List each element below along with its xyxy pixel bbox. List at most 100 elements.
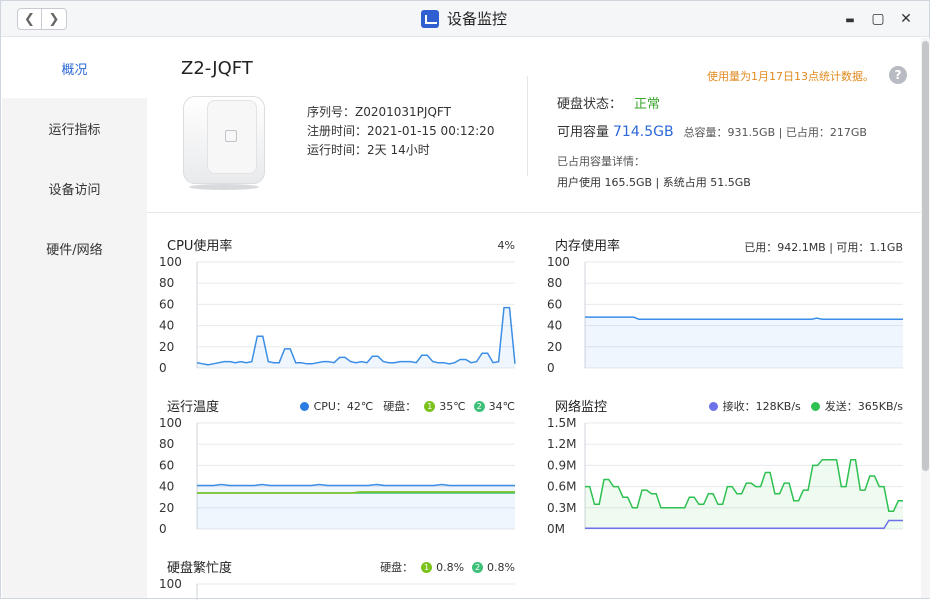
sidebar-item-access[interactable]: 设备访问 — [2, 158, 147, 218]
y-tick-label: 0M — [547, 522, 565, 536]
disk-temp-label: 硬盘： — [383, 400, 417, 413]
y-tick-label: 60 — [159, 458, 174, 472]
sidebar: 概况 运行指标 设备访问 硬件/网络 — [2, 38, 147, 598]
y-tick-label: 60 — [159, 297, 174, 311]
y-tick-label: 40 — [547, 319, 562, 333]
disk-busy-legend: 硬盘： 1 0.8% 2 0.8% — [327, 559, 515, 575]
temperature-chart-title: 运行温度 — [167, 400, 220, 415]
temperature-legend: CPU：42℃ 硬盘： 1 35℃ 2 34℃ — [287, 398, 515, 414]
y-tick-label: 20 — [547, 340, 562, 354]
device-name: Z2-JQFT — [181, 58, 253, 79]
disk-busy-chart: 100 — [159, 577, 515, 600]
maximize-button[interactable]: ▢ — [869, 11, 887, 27]
y-tick-label: 100 — [159, 416, 182, 430]
network-chart: 1.5M 1.2M 0.9M 0.6M 0.3M 0M — [547, 416, 903, 536]
cpu-temp-label: CPU：42℃ — [313, 400, 374, 413]
monitor-app-icon — [421, 9, 439, 28]
back-button[interactable]: ❮ — [18, 9, 43, 29]
y-tick-label: 40 — [159, 319, 174, 333]
window-title-group: 设备监控 — [421, 8, 507, 29]
scrollbar-thumb[interactable] — [922, 41, 929, 471]
network-chart-title: 网络监控 — [555, 400, 608, 415]
serial-number: 序列号：Z0201031PJQFT — [307, 105, 451, 119]
help-icon[interactable]: ? — [889, 66, 907, 84]
disk-status-label: 硬盘状态： — [557, 97, 623, 112]
y-tick-label: 1.2M — [547, 437, 576, 451]
disk2-temp: 34℃ — [488, 399, 515, 413]
sidebar-item-label: 概况 — [61, 62, 88, 78]
y-tick-label: 20 — [159, 501, 174, 515]
device-monitor-window: ❮ ❯ 设备监控 ▬ ▢ ✕ 概况 运行指标 设备访问 硬件/网络 Z2-JQF… — [0, 0, 930, 600]
forward-button[interactable]: ❯ — [42, 9, 66, 29]
y-tick-label: 0 — [159, 522, 167, 536]
chevron-left-icon: ❮ — [24, 11, 35, 27]
y-tick-label: 1.5M — [547, 416, 576, 430]
y-tick-label: 100 — [159, 577, 182, 591]
cpu-series-line — [196, 306, 516, 366]
chevron-right-icon: ❯ — [48, 11, 60, 27]
sidebar-item-label: 设备访问 — [48, 182, 101, 198]
window-title: 设备监控 — [447, 10, 508, 28]
close-button[interactable]: ✕ — [897, 11, 915, 27]
cpu-usage-chart: 100 80 60 40 20 0 — [159, 255, 516, 375]
y-tick-label: 40 — [159, 480, 174, 494]
y-tick-label: 60 — [547, 297, 562, 311]
scrollbar[interactable] — [921, 38, 930, 598]
send-dot-icon — [810, 401, 820, 411]
recv-label: 接收：128KB/s — [722, 400, 801, 413]
y-tick-label: 0 — [159, 361, 167, 375]
send-series-area — [585, 459, 903, 529]
y-tick-label: 20 — [159, 340, 174, 354]
divider — [527, 76, 528, 176]
usage-detail-title: 已占用容量详情： — [557, 155, 645, 168]
y-tick-label: 100 — [159, 255, 182, 269]
disk1-badge: 1 — [421, 561, 433, 573]
close-icon: ✕ — [900, 11, 912, 27]
title-bar: ❮ ❯ 设备监控 ▬ ▢ ✕ — [1, 1, 929, 37]
cpu-chart-title: CPU使用率 — [167, 239, 233, 254]
send-label: 发送：365KB/s — [824, 400, 903, 413]
disk-status-value: 正常 — [634, 97, 661, 112]
sidebar-item-overview[interactable]: 概况 — [2, 38, 147, 98]
disk1-temp: 35℃ — [439, 399, 466, 413]
usage-notice: 使用量为1月17日13点统计数据。 — [707, 70, 874, 83]
disk2-badge: 2 — [473, 400, 485, 412]
memory-usage-value: 已用：942.1MB | 可用：1.1GB — [744, 241, 903, 254]
device-image — [181, 92, 267, 190]
network-legend: 接收：128KB/s 发送：365KB/s — [667, 398, 903, 414]
minimize-icon: ▬ — [845, 15, 855, 26]
y-tick-label: 80 — [159, 276, 174, 290]
memory-series-area — [585, 317, 903, 368]
y-tick-label: 80 — [547, 276, 562, 290]
sidebar-item-label: 运行指标 — [48, 122, 101, 138]
disk2-badge: 2 — [472, 561, 484, 573]
available-label: 可用容量 — [557, 125, 610, 140]
total-capacity: 总容量：931.5GB | 已占用：217GB — [683, 126, 867, 139]
cpu-temp-series-line — [197, 483, 515, 487]
memory-chart-title: 内存使用率 — [555, 239, 621, 254]
available-value: 714.5GB — [613, 124, 674, 140]
y-tick-label: 0.6M — [547, 480, 576, 494]
disk1-badge: 1 — [424, 400, 436, 412]
capacity-line: 可用容量 714.5GB 总容量：931.5GB | 已占用：217GB — [557, 121, 867, 140]
section-divider — [147, 212, 921, 213]
recv-dot-icon — [708, 401, 718, 411]
disk-status: 硬盘状态： 正常 — [557, 93, 660, 112]
disk-busy-label: 硬盘： — [380, 561, 414, 574]
sidebar-item-label: 硬件/网络 — [46, 242, 103, 258]
cpu-series-area — [197, 307, 515, 368]
sidebar-item-hardware-network[interactable]: 硬件/网络 — [2, 218, 147, 278]
y-tick-label: 0.9M — [547, 458, 576, 472]
y-tick-label: 100 — [547, 255, 570, 269]
temperature-chart: 100 80 60 40 20 0 — [159, 416, 515, 536]
maximize-icon: ▢ — [871, 11, 885, 27]
y-tick-label: 0.3M — [547, 501, 576, 515]
usage-detail: 用户使用 165.5GB | 系统占用 51.5GB — [557, 176, 751, 189]
minimize-button[interactable]: ▬ — [841, 11, 859, 27]
y-tick-label: 80 — [159, 437, 174, 451]
cpu-dot-icon — [299, 401, 309, 411]
y-tick-label: 0 — [547, 361, 555, 375]
sidebar-item-metrics[interactable]: 运行指标 — [2, 98, 147, 158]
disk1-busy: 0.8% — [436, 560, 465, 574]
nav-buttons: ❮ ❯ — [17, 8, 67, 30]
